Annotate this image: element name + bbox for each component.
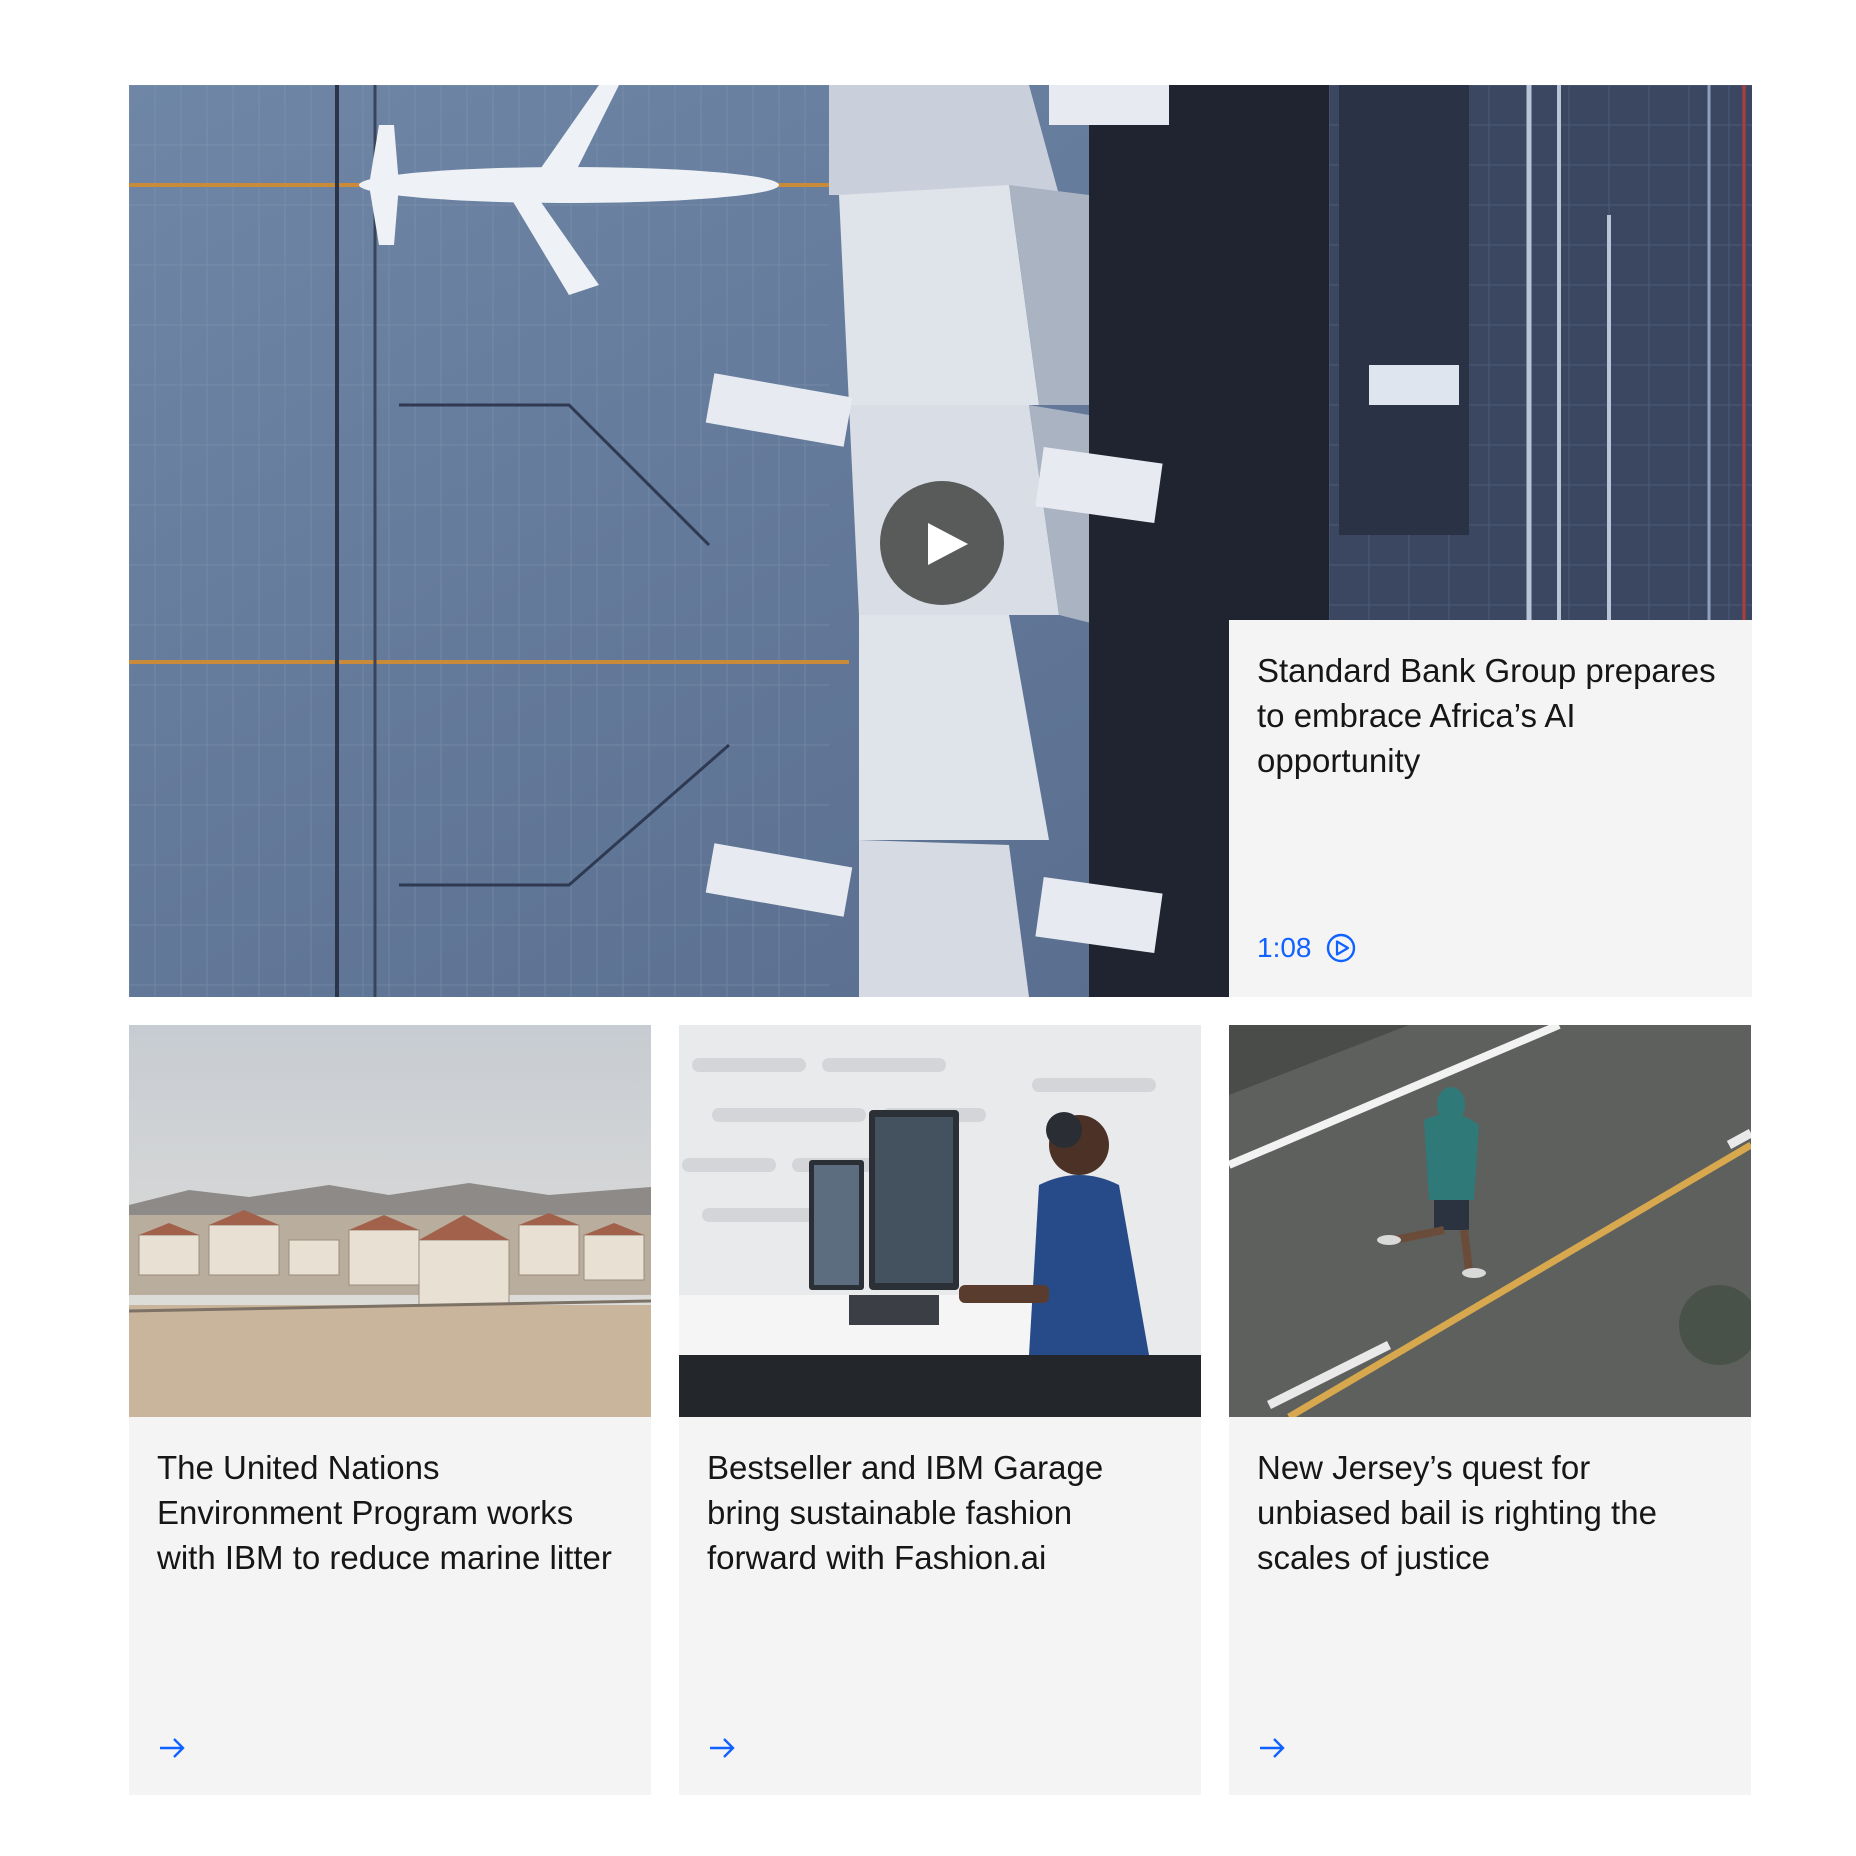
hero-card[interactable]: Standard Bank Group prepares to embrace … <box>1229 620 1752 997</box>
developer-desk-image <box>679 1025 1201 1417</box>
story-card-bestseller[interactable]: Bestseller and IBM Garage bring sustaina… <box>679 1025 1201 1795</box>
story-card-unep[interactable]: The United Nations Environment Program w… <box>129 1025 651 1795</box>
video-duration-link[interactable]: 1:08 <box>1257 932 1356 964</box>
play-outline-circle-icon <box>1326 933 1355 963</box>
video-duration: 1:08 <box>1257 932 1312 963</box>
play-video-button[interactable] <box>880 481 1004 605</box>
arrow-right-icon[interactable] <box>1257 1733 1287 1763</box>
card-title: The United Nations Environment Program w… <box>157 1449 612 1576</box>
housing-development-image <box>129 1025 651 1417</box>
arrow-right-icon[interactable] <box>707 1733 737 1763</box>
hero-title: Standard Bank Group prepares to embrace … <box>1257 652 1716 779</box>
arrow-right-icon[interactable] <box>157 1733 187 1763</box>
play-icon <box>928 523 968 565</box>
card-title: Bestseller and IBM Garage bring sustaina… <box>707 1449 1104 1576</box>
card-title: New Jersey’s quest for unbiased bail is … <box>1257 1449 1657 1576</box>
story-card-new-jersey[interactable]: New Jersey’s quest for unbiased bail is … <box>1229 1025 1751 1795</box>
runner-road-image <box>1229 1025 1751 1417</box>
